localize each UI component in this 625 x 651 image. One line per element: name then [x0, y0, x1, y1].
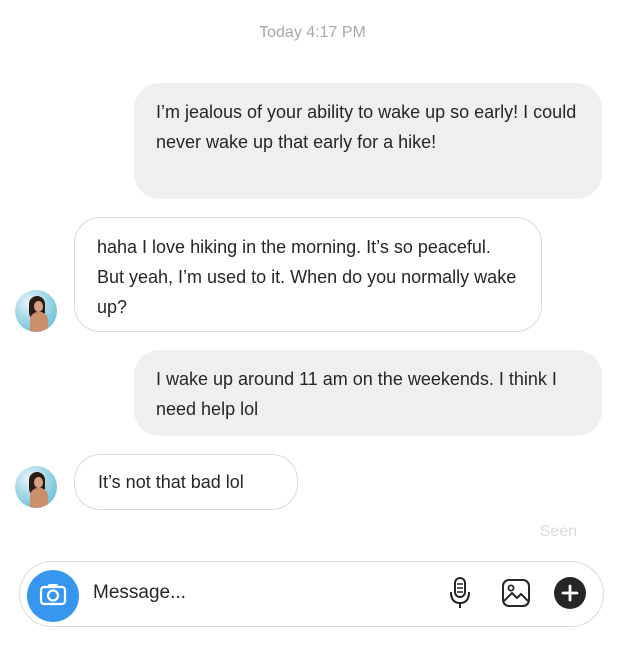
seen-indicator: Seen: [539, 523, 577, 540]
avatar[interactable]: [15, 466, 57, 508]
message-text: It’s not that bad lol: [98, 472, 244, 492]
microphone-icon: [447, 576, 473, 615]
received-message-bubble[interactable]: haha I love hiking in the morning. It’s …: [74, 217, 542, 332]
gallery-button[interactable]: [499, 578, 533, 612]
more-options-button[interactable]: [553, 576, 587, 615]
camera-button[interactable]: [27, 570, 79, 622]
message-composer: Message...: [19, 561, 604, 627]
message-text: I wake up around 11 am on the weekends. …: [156, 369, 557, 419]
received-message-bubble[interactable]: It’s not that bad lol: [74, 454, 298, 510]
sent-message-bubble[interactable]: I wake up around 11 am on the weekends. …: [134, 350, 602, 436]
voice-message-button[interactable]: [443, 576, 477, 615]
camera-icon: [39, 582, 67, 611]
image-icon: [501, 578, 531, 613]
message-timestamp: Today 4:17 PM: [259, 24, 366, 41]
message-input[interactable]: Message...: [93, 582, 186, 604]
sent-message-bubble[interactable]: I’m jealous of your ability to wake up s…: [134, 83, 602, 199]
avatar[interactable]: [15, 290, 57, 332]
plus-icon: [553, 576, 587, 615]
message-text: I’m jealous of your ability to wake up s…: [156, 102, 577, 152]
message-text: haha I love hiking in the morning. It’s …: [97, 237, 517, 317]
